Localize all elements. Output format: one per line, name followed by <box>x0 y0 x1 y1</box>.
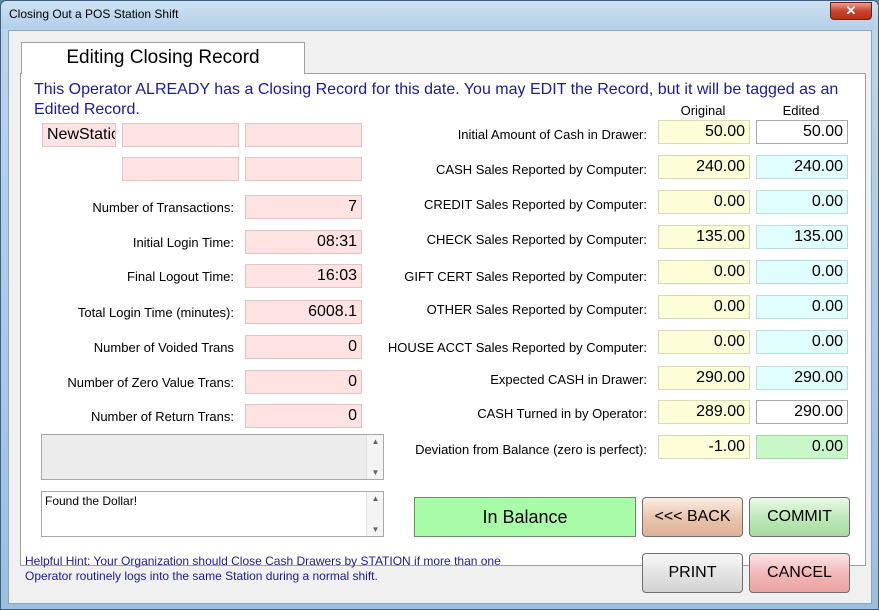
notes-memo-scrollbar[interactable]: ▲ ▼ <box>366 492 383 536</box>
scroll-up-icon[interactable]: ▲ <box>367 494 384 503</box>
money-edited-deviation: 0.00 <box>756 435 848 459</box>
money-original-initial-cash: 50.00 <box>658 120 750 144</box>
money-original-cash-sales: 240.00 <box>658 155 750 179</box>
title-bar: Closing Out a POS Station Shift ✕ <box>1 1 878 29</box>
scroll-down-icon[interactable]: ▼ <box>367 468 384 477</box>
gray-memo-box[interactable]: ▲ ▼ <box>41 434 384 480</box>
total-login-value: 6008.1 <box>245 300 362 324</box>
money-original-gift-cert-sales: 0.00 <box>658 260 750 284</box>
close-window-button[interactable]: ✕ <box>830 2 872 20</box>
money-original-cash-turned-in: 289.00 <box>658 400 750 424</box>
money-edited-check-sales[interactable]: 135.00 <box>756 225 848 249</box>
cancel-button[interactable]: CANCEL <box>749 553 850 593</box>
window-title: Closing Out a POS Station Shift <box>9 7 179 21</box>
money-edited-gift-cert-sales[interactable]: 0.00 <box>756 260 848 284</box>
money-label-gift-cert-sales: GIFT CERT Sales Reported by Computer: <box>404 269 647 284</box>
tab-editing-closing-record[interactable]: Editing Closing Record <box>21 42 305 74</box>
return-trans-value: 0 <box>245 404 362 428</box>
money-label-cash-turned-in: CASH Turned in by Operator: <box>477 406 647 421</box>
zero-value-label: Number of Zero Value Trans: <box>67 375 234 390</box>
client-area: Editing Closing Record This Operator ALR… <box>8 30 872 604</box>
operator-field-5[interactable] <box>245 157 362 181</box>
edited-column-header: Edited <box>782 103 820 118</box>
money-edited-other-sales[interactable]: 0.00 <box>756 295 848 319</box>
commit-button[interactable]: COMMIT <box>749 497 850 537</box>
app-window: Closing Out a POS Station Shift ✕ Editin… <box>0 0 879 610</box>
money-edited-credit-sales[interactable]: 0.00 <box>756 190 848 214</box>
money-original-other-sales: 0.00 <box>658 295 750 319</box>
money-label-deviation: Deviation from Balance (zero is perfect)… <box>415 442 647 457</box>
login-time-label: Initial Login Time: <box>132 235 234 250</box>
money-edited-initial-cash[interactable]: 50.00 <box>756 120 848 144</box>
money-label-initial-cash: Initial Amount of Cash in Drawer: <box>457 127 647 142</box>
logout-time-value: 16:03 <box>245 264 362 288</box>
print-button[interactable]: PRINT <box>642 553 743 593</box>
money-label-check-sales: CHECK Sales Reported by Computer: <box>426 232 647 247</box>
notes-memo-text: Found the Dollar! <box>45 494 138 508</box>
money-label-other-sales: OTHER Sales Reported by Computer: <box>426 302 647 317</box>
money-original-expected-cash: 290.00 <box>658 366 750 390</box>
transactions-value: 7 <box>245 195 362 219</box>
logout-time-label: Final Logout Time: <box>127 269 234 284</box>
money-original-house-acct-sales: 0.00 <box>658 330 750 354</box>
money-edited-house-acct-sales[interactable]: 0.00 <box>756 330 848 354</box>
back-button[interactable]: <<< BACK <box>642 497 743 537</box>
tab-label: Editing Closing Record <box>66 47 260 68</box>
operator-field-3[interactable] <box>245 123 362 147</box>
original-column-header: Original <box>680 103 726 118</box>
money-edited-cash-turned-in[interactable]: 290.00 <box>756 400 848 424</box>
scroll-down-icon[interactable]: ▼ <box>367 525 384 534</box>
money-label-house-acct-sales: HOUSE ACCT Sales Reported by Computer: <box>387 340 647 355</box>
operator-field-2[interactable] <box>122 123 239 147</box>
transactions-label: Number of Transactions: <box>92 200 234 215</box>
money-original-credit-sales: 0.00 <box>658 190 750 214</box>
voided-trans-value: 0 <box>245 335 362 359</box>
notes-memo-box[interactable]: Found the Dollar! ▲ ▼ <box>41 491 384 537</box>
money-label-cash-sales: CASH Sales Reported by Computer: <box>436 162 647 177</box>
balance-status: In Balance <box>414 497 636 537</box>
station-field[interactable]: NewStation <box>42 123 116 147</box>
money-edited-expected-cash[interactable]: 290.00 <box>756 366 848 390</box>
money-edited-cash-sales[interactable]: 240.00 <box>756 155 848 179</box>
money-original-check-sales: 135.00 <box>658 225 750 249</box>
voided-trans-label: Number of Voided Trans <box>93 340 234 355</box>
operator-field-4[interactable] <box>122 157 239 181</box>
money-label-expected-cash: Expected CASH in Drawer: <box>490 372 647 387</box>
zero-value-value: 0 <box>245 370 362 394</box>
return-trans-label: Number of Return Trans: <box>90 409 234 424</box>
total-login-label: Total Login Time (minutes): <box>77 305 234 320</box>
money-original-deviation: -1.00 <box>658 435 750 459</box>
helpful-hint: Helpful Hint: Your Organization should C… <box>25 554 501 583</box>
login-time-value: 08:31 <box>245 230 362 254</box>
money-label-credit-sales: CREDIT Sales Reported by Computer: <box>423 197 647 212</box>
